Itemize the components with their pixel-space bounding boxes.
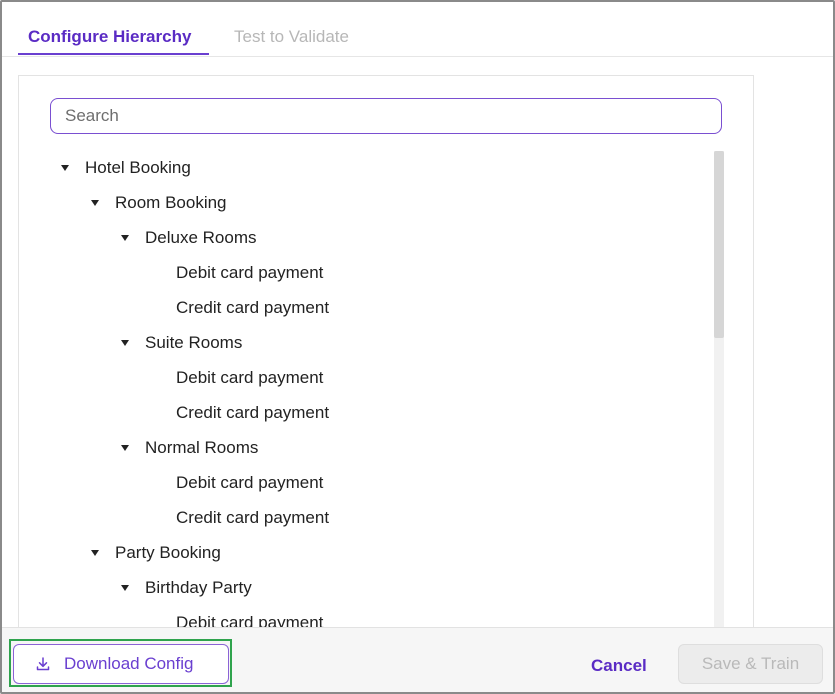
- scrollbar-track[interactable]: [714, 151, 724, 636]
- tab-configure-hierarchy[interactable]: Configure Hierarchy: [28, 26, 191, 48]
- caret-down-icon[interactable]: [121, 585, 129, 591]
- download-config-label: Download Config: [64, 654, 194, 673]
- hierarchy-panel: Hotel Booking Room Booking Deluxe Rooms Deb…: [18, 75, 754, 636]
- save-and-train-button[interactable]: Save & Train: [678, 644, 823, 684]
- tree-node[interactable]: Debit card payment: [176, 261, 323, 285]
- caret-down-icon[interactable]: [91, 550, 99, 556]
- tree-node-label: Suite Rooms: [145, 333, 243, 352]
- search-input[interactable]: [50, 98, 722, 134]
- tree-node[interactable]: Credit card payment: [176, 401, 329, 425]
- tree-node[interactable]: Hotel Booking: [61, 156, 191, 180]
- tree-node-label: Debit card payment: [176, 473, 324, 492]
- tree-node-label: Normal Rooms: [145, 438, 259, 457]
- tab-test-to-validate[interactable]: Test to Validate: [234, 26, 349, 48]
- tree-node[interactable]: Credit card payment: [176, 506, 329, 530]
- tree-node-label: Credit card payment: [176, 298, 330, 317]
- tree-node-label: Room Booking: [115, 193, 227, 212]
- caret-down-icon[interactable]: [91, 200, 99, 206]
- tree-node[interactable]: Suite Rooms: [121, 331, 242, 355]
- tree-node[interactable]: Debit card payment: [176, 471, 323, 495]
- tree-node[interactable]: Debit card payment: [176, 611, 323, 628]
- caret-down-icon[interactable]: [121, 445, 129, 451]
- tree-node[interactable]: Credit card payment: [176, 296, 329, 320]
- tree-node-label: Credit card payment: [176, 403, 330, 422]
- download-config-button[interactable]: Download Config: [13, 644, 229, 684]
- tree-node-label: Debit card payment: [176, 263, 324, 282]
- tree-node-label: Credit card payment: [176, 508, 330, 527]
- tree-node-label: Hotel Booking: [85, 158, 191, 177]
- download-icon: [36, 657, 50, 671]
- caret-down-icon[interactable]: [121, 340, 129, 346]
- tree-node-label: Debit card payment: [176, 613, 324, 628]
- caret-down-icon[interactable]: [121, 235, 129, 241]
- tab-bar: Configure Hierarchy Test to Validate: [2, 2, 833, 57]
- hierarchy-tree: Hotel Booking Room Booking Deluxe Rooms Deb…: [19, 148, 709, 628]
- tree-node-label: Deluxe Rooms: [145, 228, 257, 247]
- tree-node[interactable]: Debit card payment: [176, 366, 323, 390]
- scrollbar-thumb[interactable]: [714, 151, 724, 338]
- tree-node[interactable]: Birthday Party: [121, 576, 252, 600]
- tree-node[interactable]: Room Booking: [91, 191, 227, 215]
- dialog-footer: Download Config Cancel Save & Train: [2, 627, 833, 692]
- cancel-button[interactable]: Cancel: [591, 656, 647, 676]
- caret-down-icon[interactable]: [61, 165, 69, 171]
- configure-hierarchy-dialog: Configure Hierarchy Test to Validate Hot…: [0, 0, 835, 694]
- tree-node-label: Debit card payment: [176, 368, 324, 387]
- tree-node[interactable]: Party Booking: [91, 541, 221, 565]
- tree-node-label: Birthday Party: [145, 578, 252, 597]
- tree-node[interactable]: Deluxe Rooms: [121, 226, 257, 250]
- tree-node-label: Party Booking: [115, 543, 221, 562]
- tree-node[interactable]: Normal Rooms: [121, 436, 258, 460]
- active-tab-indicator: [18, 53, 209, 55]
